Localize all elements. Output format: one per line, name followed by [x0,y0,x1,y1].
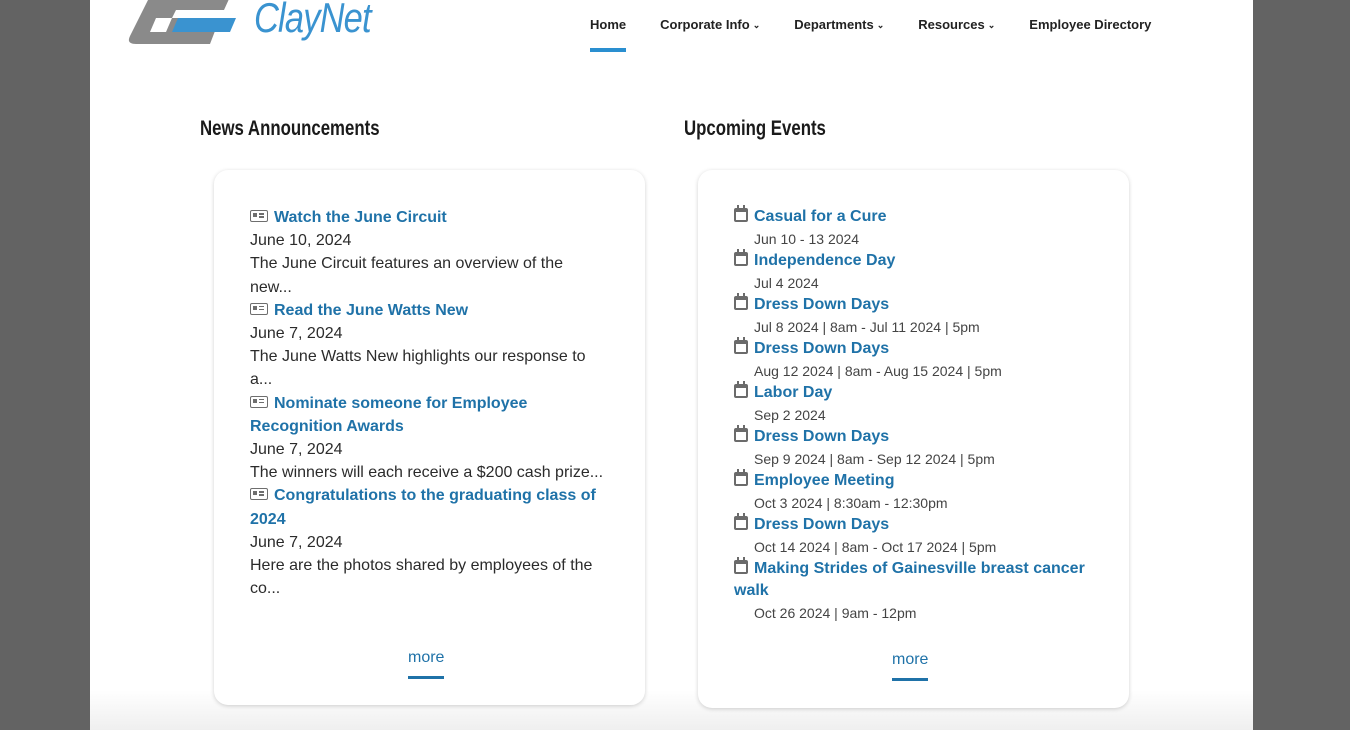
event-datetime: Oct 26 2024 | 9am - 12pm [754,605,917,621]
event-item: Employee Meeting Oct 3 2024 | 8:30am - 1… [734,469,1109,514]
news-date: June 7, 2024 [250,441,343,459]
calendar-icon [734,337,748,354]
event-item: Making Strides of Gainesville breast can… [734,557,1109,624]
nav-home[interactable]: Home [590,17,627,52]
news-title-link[interactable]: Nominate someone for Employee Recognitio… [250,395,527,435]
events-more-link[interactable]: more [892,650,929,681]
news-item: Nominate someone for Employee Recognitio… [250,392,609,485]
event-datetime: Jul 8 2024 | 8am - Jul 11 2024 | 5pm [754,319,980,335]
news-title-link[interactable]: Congratulations to the graduating class … [250,487,596,527]
news-date: June 7, 2024 [250,325,343,343]
chevron-down-icon: ⌄ [752,20,761,30]
nav-corporate-info-label: Corporate Info [660,17,750,32]
event-title-link[interactable]: Independence Day [754,252,895,269]
event-title-link[interactable]: Dress Down Days [754,340,889,357]
chevron-down-icon: ⌄ [876,20,885,30]
news-item: Congratulations to the graduating class … [250,484,609,600]
calendar-icon [734,469,748,486]
event-title-link[interactable]: Making Strides of Gainesville breast can… [734,560,1085,599]
nav-resources[interactable]: Resources ⌄ [918,17,995,32]
page: ClayNet Home Corporate Info ⌄ Departments… [90,0,1253,730]
news-more-link[interactable]: more [408,648,445,679]
news-description: The June Circuit features an overview of… [250,255,564,296]
logo-text: ClayNet [254,0,372,41]
news-date: June 7, 2024 [250,533,343,551]
calendar-icon [734,425,748,442]
event-item: Dress Down Days Sep 9 2024 | 8am - Sep 1… [734,425,1109,470]
event-title-link[interactable]: Labor Day [754,384,832,401]
event-datetime: Jul 4 2024 [754,275,819,291]
nav-employee-directory-label: Employee Directory [1029,17,1152,32]
main-nav: Home Corporate Info ⌄ Departments ⌄ Resour… [590,17,1185,52]
newspaper-icon [250,210,268,222]
event-title-link[interactable]: Casual for a Cure [754,208,886,225]
event-title-link[interactable]: Dress Down Days [754,296,889,313]
events-card: Casual for a Cure Jun 10 - 13 2024 Indep… [698,170,1129,708]
nav-departments-label: Departments [794,17,874,32]
event-datetime: Sep 2 2024 [754,407,826,423]
event-datetime: Sep 9 2024 | 8am - Sep 12 2024 | 5pm [754,451,995,467]
calendar-icon [734,381,748,398]
news-heading: News Announcements [200,117,380,140]
news-description: The winners will each receive a $200 cas… [250,464,604,482]
news-title-link[interactable]: Watch the June Circuit [274,209,447,226]
newspaper-icon [250,302,268,315]
event-item: Dress Down Days Oct 14 2024 | 8am - Oct … [734,513,1109,558]
news-date: June 10, 2024 [250,232,352,250]
claynet-logo[interactable]: ClayNet [126,0,372,54]
nav-home-label: Home [590,17,627,32]
nav-corporate-info[interactable]: Corporate Info ⌄ [660,17,760,32]
event-datetime: Oct 14 2024 | 8am - Oct 17 2024 | 5pm [754,539,997,555]
event-item: Independence Day Jul 4 2024 [734,249,1109,294]
event-datetime: Jun 10 - 13 2024 [754,231,860,247]
event-datetime: Oct 3 2024 | 8:30am - 12:30pm [754,495,948,511]
nav-departments[interactable]: Departments ⌄ [794,17,884,32]
event-item: Dress Down Days Aug 12 2024 | 8am - Aug … [734,337,1109,382]
nav-employee-directory[interactable]: Employee Directory [1029,17,1151,32]
event-item: Dress Down Days Jul 8 2024 | 8am - Jul 1… [734,293,1109,338]
event-title-link[interactable]: Employee Meeting [754,472,894,489]
event-title-link[interactable]: Dress Down Days [754,428,889,445]
news-description: The June Watts New highlights our respon… [250,348,586,389]
logo-mark-icon [128,0,236,44]
news-description: Here are the photos shared by employees … [250,557,593,598]
newspaper-icon [250,395,268,408]
news-title-link[interactable]: Read the June Watts New [274,302,468,319]
events-heading: Upcoming Events [684,117,826,140]
calendar-icon [734,557,748,574]
event-item: Labor Day Sep 2 2024 [734,381,1109,426]
news-item: Watch the June Circuit June 10, 2024 The… [250,206,609,299]
event-item: Casual for a Cure Jun 10 - 13 2024 [734,205,1109,250]
event-datetime: Aug 12 2024 | 8am - Aug 15 2024 | 5pm [754,363,1002,379]
news-item: Read the June Watts New June 7, 2024 The… [250,299,609,392]
calendar-icon [734,513,748,530]
calendar-icon [734,293,748,310]
nav-resources-label: Resources [918,17,985,32]
event-title-link[interactable]: Dress Down Days [754,516,889,533]
calendar-icon [734,205,748,222]
calendar-icon [734,249,748,266]
news-card: Watch the June Circuit June 10, 2024 The… [214,170,645,705]
newspaper-icon [250,488,268,501]
chevron-down-icon: ⌄ [987,20,996,30]
